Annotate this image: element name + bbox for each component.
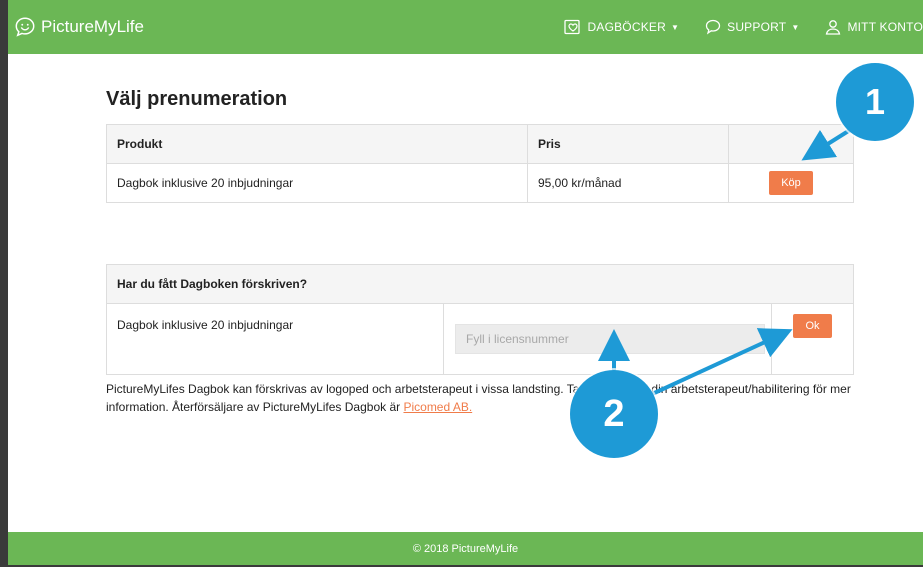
ok-button[interactable]: Ok [793, 314, 832, 338]
diary-heart-icon [563, 19, 580, 35]
table-header-row: Har du fått Dagboken förskriven? [106, 264, 854, 304]
table-row: Dagbok inklusive 20 inbjudningar 95,00 k… [106, 163, 854, 203]
smiley-speech-icon [15, 17, 35, 37]
subscription-table: Produkt Pris Dagbok inklusive 20 inbjudn… [106, 124, 854, 203]
nav-support-menu[interactable]: SUPPORT ▼ [705, 19, 799, 35]
info-text: PictureMyLifes Dagbok kan förskrivas av … [106, 382, 851, 414]
footer: © 2018 PictureMyLife [8, 532, 923, 565]
nav-account-menu[interactable]: MITT KONTO [825, 19, 923, 35]
nav-account-label: MITT KONTO [847, 20, 923, 34]
page-title: Välj prenumeration [106, 88, 288, 110]
product-cell: Dagbok inklusive 20 inbjudningar [106, 163, 528, 203]
brand-name: PictureMyLife [41, 17, 144, 36]
annotation-badge-1: 1 [836, 63, 914, 141]
chevron-down-icon: ▼ [670, 22, 680, 32]
nav-diaries-menu[interactable]: DAGBÖCKER ▼ [563, 19, 680, 35]
action-cell: Köp [728, 163, 854, 203]
column-header-product: Produkt [106, 124, 528, 164]
user-icon [826, 20, 841, 35]
brand[interactable]: PictureMyLife [14, 16, 144, 38]
column-header-action [728, 124, 854, 164]
price-cell: 95,00 kr/månad [527, 163, 729, 203]
column-header-price: Pris [527, 124, 729, 164]
top-navbar: PictureMyLife DAGBÖCKER ▼ SUPPORT ▼ MITT… [8, 0, 923, 54]
nav-diaries-label: DAGBÖCKER [587, 20, 666, 34]
reseller-link[interactable]: Picomed AB. [403, 400, 472, 414]
license-number-input[interactable] [455, 324, 765, 354]
buy-button[interactable]: Köp [769, 171, 813, 195]
action-cell: Ok [771, 303, 854, 375]
chevron-down-icon: ▼ [791, 22, 800, 32]
copyright-text: © 2018 PictureMyLife [412, 542, 519, 555]
product-cell: Dagbok inklusive 20 inbjudningar [106, 303, 444, 375]
nav-support-label: SUPPORT [727, 20, 787, 34]
annotation-badge-2: 2 [570, 370, 658, 458]
table-header-row: Produkt Pris [106, 124, 854, 164]
license-table: Har du fått Dagboken förskriven? Dagbok … [106, 264, 854, 375]
prescription-info: PictureMyLifes Dagbok kan förskrivas av … [106, 380, 866, 416]
license-input-cell [443, 303, 772, 375]
chat-bubble-icon [705, 19, 721, 35]
table-row: Dagbok inklusive 20 inbjudningar Ok [106, 303, 854, 375]
license-question-header: Har du fått Dagboken förskriven? [106, 264, 854, 304]
